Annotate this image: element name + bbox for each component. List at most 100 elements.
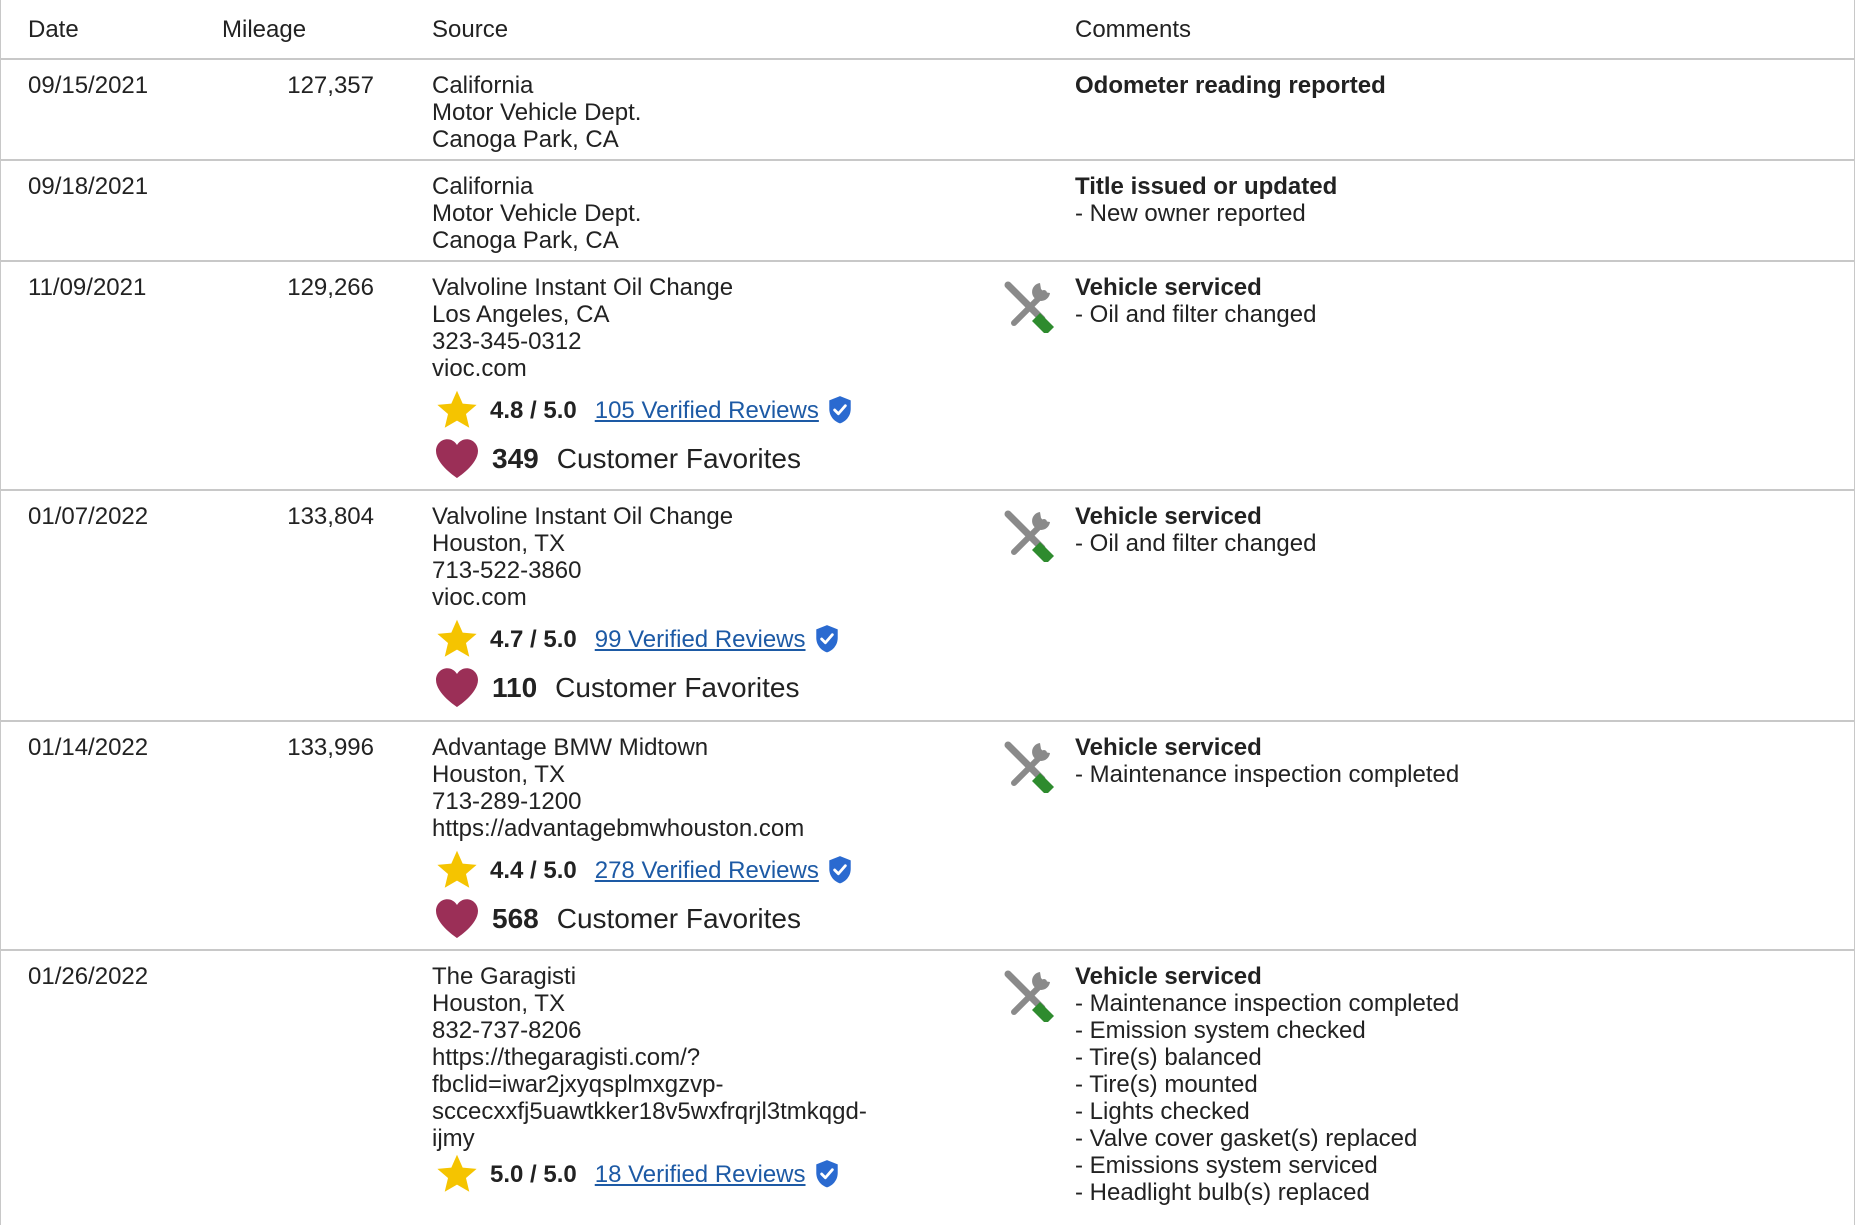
row-date: 01/07/2022 — [28, 503, 149, 530]
comment-item: - New owner reported — [1075, 200, 1306, 227]
favorites-line: 349 Customer Favorites — [432, 436, 912, 480]
comment-item: - Oil and filter changed — [1075, 530, 1317, 557]
source-line: Canoga Park, CA — [432, 126, 619, 153]
row-date: 11/09/2021 — [28, 274, 147, 301]
comment-item: - Headlight bulb(s) replaced — [1075, 1179, 1370, 1206]
row-comments: Vehicle serviced - Oil and filter change… — [1075, 503, 1316, 557]
row-comments: Odometer reading reported — [1075, 72, 1386, 99]
rating-score: 4.4 / 5.0 — [490, 856, 577, 884]
comment-item: - Emissions system serviced — [1075, 1152, 1378, 1179]
wrench-screwdriver-icon — [1004, 510, 1054, 562]
star-icon — [437, 390, 477, 428]
verified-reviews-link[interactable]: 105 Verified Reviews — [595, 397, 819, 424]
header-date: Date — [28, 16, 79, 43]
verified-shield-icon — [815, 625, 838, 653]
favorites-line: 568 Customer Favorites — [432, 896, 912, 940]
table-header: Date Mileage Source Comments — [0, 0, 1855, 60]
source-line: Los Angeles, CA — [432, 301, 610, 328]
source-line: fbclid=iwar2jxyqsplmxgzvp- — [432, 1071, 724, 1098]
rating-line: 4.8 / 5.0 105 Verified Reviews — [432, 390, 912, 430]
comment-heading: Vehicle serviced — [1075, 734, 1262, 761]
comment-item: - Lights checked — [1075, 1098, 1250, 1125]
table-row: 11/09/2021 129,266 Valvoline Instant Oil… — [0, 262, 1855, 491]
row-source: California Motor Vehicle Dept. Canoga Pa… — [432, 72, 912, 153]
table-row: 01/14/2022 133,996 Advantage BMW Midtown… — [0, 722, 1855, 951]
source-line: California — [432, 173, 534, 200]
header-mileage: Mileage — [222, 16, 307, 43]
row-source: California Motor Vehicle Dept. Canoga Pa… — [432, 173, 912, 254]
row-mileage: 129,266 — [287, 274, 374, 301]
favorites-line: 110 Customer Favorites — [432, 665, 912, 709]
rating-score: 4.7 / 5.0 — [490, 625, 577, 653]
star-icon — [437, 1154, 477, 1192]
row-comments: Title issued or updated - New owner repo… — [1075, 173, 1337, 227]
comment-item: - Maintenance inspection completed — [1075, 990, 1460, 1017]
row-date: 09/15/2021 — [28, 72, 149, 99]
comment-heading: Vehicle serviced — [1075, 963, 1262, 990]
row-mileage: 127,357 — [287, 72, 374, 99]
source-line: Advantage BMW Midtown — [432, 734, 709, 761]
source-line: Houston, TX — [432, 761, 565, 788]
source-line: 713-522-3860 — [432, 557, 582, 584]
table-row: 09/15/2021 127,357 California Motor Vehi… — [0, 60, 1855, 161]
favorites-count: 349 — [492, 442, 539, 474]
source-line: 713-289-1200 — [432, 788, 582, 815]
source-line: https://thegaragisti.com/? — [432, 1044, 701, 1071]
wrench-screwdriver-icon — [1004, 281, 1054, 333]
source-line: Houston, TX — [432, 990, 565, 1017]
verified-reviews-link[interactable]: 99 Verified Reviews — [595, 626, 806, 653]
row-source: The Garagisti Houston, TX 832-737-8206 h… — [432, 963, 912, 1194]
row-date: 01/14/2022 — [28, 734, 149, 761]
row-source: Valvoline Instant Oil Change Houston, TX… — [432, 503, 912, 709]
comment-item: - Valve cover gasket(s) replaced — [1075, 1125, 1418, 1152]
row-mileage: 133,804 — [287, 503, 374, 530]
rating-score: 4.8 / 5.0 — [490, 396, 577, 424]
favorites-count: 110 — [492, 671, 538, 703]
comment-item: - Tire(s) mounted — [1075, 1071, 1258, 1098]
favorites-count: 568 — [492, 902, 539, 934]
comment-item: - Oil and filter changed — [1075, 301, 1317, 328]
rating-line: 4.4 / 5.0 278 Verified Reviews — [432, 850, 912, 890]
row-comments: Vehicle serviced - Maintenance inspectio… — [1075, 734, 1459, 788]
table-row: 01/07/2022 133,804 Valvoline Instant Oil… — [0, 491, 1855, 722]
comment-item: - Tire(s) balanced — [1075, 1044, 1262, 1071]
source-line: California — [432, 72, 534, 99]
source-line: Valvoline Instant Oil Change — [432, 274, 734, 301]
comment-item: - Emission system checked — [1075, 1017, 1366, 1044]
source-line: The Garagisti — [432, 963, 577, 990]
source-line: https://advantagebmwhouston.com — [432, 815, 805, 842]
star-icon — [437, 619, 477, 657]
source-line: 323-345-0312 — [432, 328, 582, 355]
source-line: ijmy — [432, 1125, 475, 1152]
header-comments: Comments — [1075, 16, 1192, 43]
rating-line: 4.7 / 5.0 99 Verified Reviews — [432, 619, 912, 659]
comment-item: - Maintenance inspection completed — [1075, 761, 1460, 788]
row-date: 09/18/2021 — [28, 173, 149, 200]
wrench-screwdriver-icon — [1004, 741, 1054, 793]
header-source: Source — [432, 16, 509, 43]
source-line: Motor Vehicle Dept. — [432, 200, 642, 227]
favorites-label: Customer Favorites — [556, 442, 802, 474]
source-line: Houston, TX — [432, 530, 565, 557]
row-mileage: 133,996 — [287, 734, 374, 761]
verified-shield-icon — [829, 856, 851, 884]
source-line: vioc.com — [432, 584, 527, 611]
verified-reviews-link[interactable]: 278 Verified Reviews — [595, 857, 819, 884]
rating-score: 5.0 / 5.0 — [490, 1160, 577, 1188]
source-line: Canoga Park, CA — [432, 227, 619, 254]
row-date: 01/26/2022 — [28, 963, 149, 990]
heart-icon — [436, 668, 478, 708]
source-line: vioc.com — [432, 355, 527, 382]
favorites-label: Customer Favorites — [555, 671, 800, 703]
comment-heading: Vehicle serviced — [1075, 274, 1262, 301]
verified-shield-icon — [829, 396, 851, 424]
star-icon — [437, 850, 477, 888]
table-row: 01/26/2022 The Garagisti Houston, TX 832… — [0, 951, 1855, 1225]
source-line: Motor Vehicle Dept. — [432, 99, 642, 126]
verified-reviews-link[interactable]: 18 Verified Reviews — [595, 1161, 806, 1188]
comment-heading: Odometer reading reported — [1075, 72, 1386, 99]
verified-shield-icon — [815, 1160, 838, 1188]
source-line: 832-737-8206 — [432, 1017, 582, 1044]
table-row: 09/18/2021 California Motor Vehicle Dept… — [0, 161, 1855, 262]
row-source: Valvoline Instant Oil Change Los Angeles… — [432, 274, 912, 480]
